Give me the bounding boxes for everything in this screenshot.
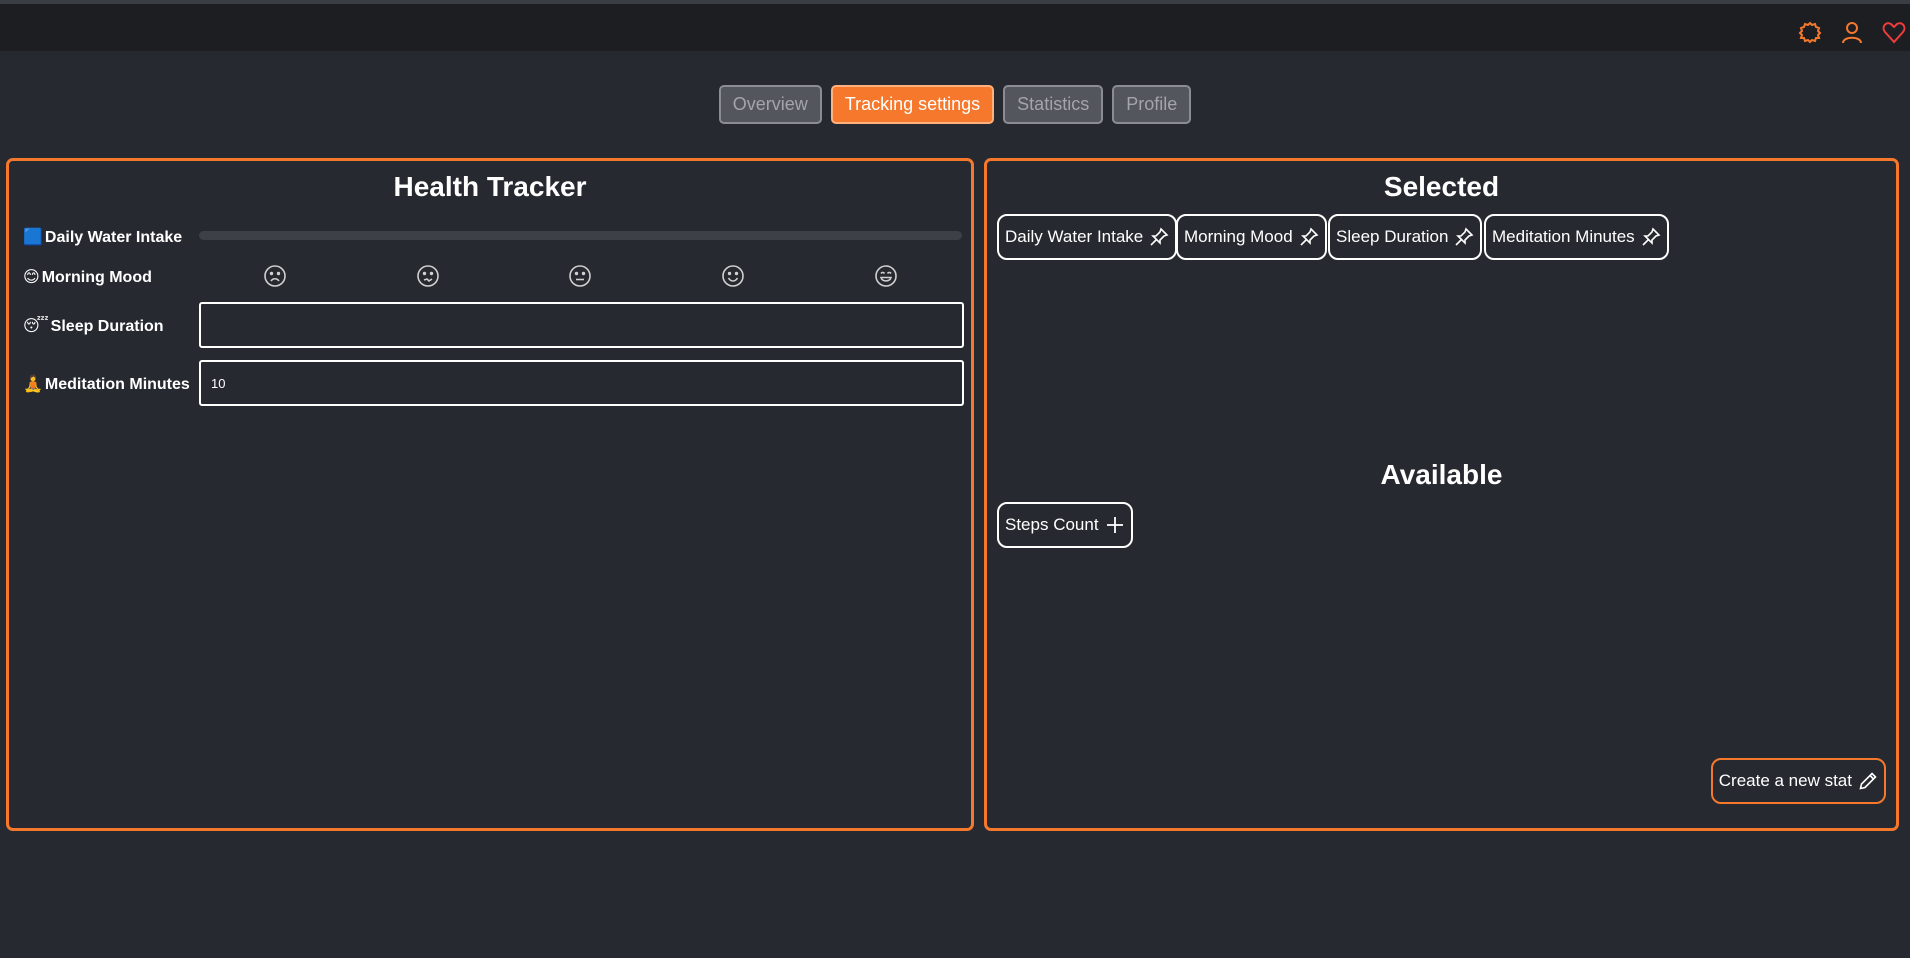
- plus-icon: [1105, 515, 1125, 535]
- user-icon[interactable]: [1838, 18, 1866, 46]
- sleep-emoji-icon: 😴: [23, 318, 49, 335]
- sleep-duration-input[interactable]: [199, 302, 964, 348]
- water-intake-label: 🟦 Daily Water Intake: [23, 229, 183, 246]
- meditation-emoji-icon: 🧘: [23, 376, 43, 393]
- sleep-duration-label: 😴 Sleep Duration: [23, 318, 164, 335]
- mood-frown-icon[interactable]: [263, 264, 287, 288]
- selected-title: Selected: [1383, 171, 1500, 202]
- selected-chip-sleep[interactable]: Sleep Duration: [1328, 214, 1483, 260]
- selected-chip-mood[interactable]: Morning Mood: [1176, 214, 1327, 260]
- heart-icon[interactable]: [1880, 18, 1908, 46]
- settings-icon[interactable]: [1796, 18, 1824, 46]
- tab-profile[interactable]: Profile: [1112, 85, 1192, 124]
- mood-grin-icon[interactable]: [874, 264, 898, 288]
- tab-statistics[interactable]: Statistics: [1003, 85, 1104, 124]
- pin-icon: [1149, 227, 1169, 247]
- tab-bar: Overview Tracking settings Statistics Pr…: [0, 85, 1910, 124]
- stats-config-panel: Selected Daily Water Intake Morning Mood…: [984, 158, 1899, 831]
- meditation-minutes-input[interactable]: [199, 360, 964, 406]
- water-emoji-icon: 🟦: [23, 229, 43, 246]
- mood-confused-icon[interactable]: [416, 264, 440, 288]
- mood-smile-icon[interactable]: [721, 264, 745, 288]
- morning-mood-label: 😊 Morning Mood: [23, 269, 152, 286]
- selected-chip-meditation[interactable]: Meditation Minutes: [1484, 214, 1669, 260]
- pin-icon: [1299, 227, 1319, 247]
- water-intake-slider[interactable]: [199, 231, 962, 240]
- meditation-minutes-label: 🧘 Meditation Minutes: [23, 376, 190, 393]
- create-new-stat-button[interactable]: Create a new stat: [1710, 758, 1886, 804]
- mood-neutral-icon[interactable]: [568, 264, 592, 288]
- tab-overview[interactable]: Overview: [718, 85, 822, 124]
- mood-emoji-icon: 😊: [23, 269, 40, 286]
- available-chip-steps[interactable]: Steps Count: [997, 502, 1133, 548]
- top-bar: [0, 4, 1910, 51]
- selected-chip-water[interactable]: Daily Water Intake: [997, 214, 1178, 260]
- pencil-icon: [1858, 771, 1878, 791]
- available-title: Available: [1380, 459, 1503, 490]
- tab-tracking-settings[interactable]: Tracking settings: [830, 85, 995, 124]
- pin-icon: [1454, 227, 1474, 247]
- health-tracker-panel: Health Tracker 🟦 Daily Water Intake 😊 Morn…: [6, 158, 974, 831]
- health-tracker-title: Health Tracker: [393, 171, 587, 202]
- pin-icon: [1641, 227, 1661, 247]
- topbar-icons: [1796, 18, 1910, 46]
- mood-selector: [199, 264, 962, 288]
